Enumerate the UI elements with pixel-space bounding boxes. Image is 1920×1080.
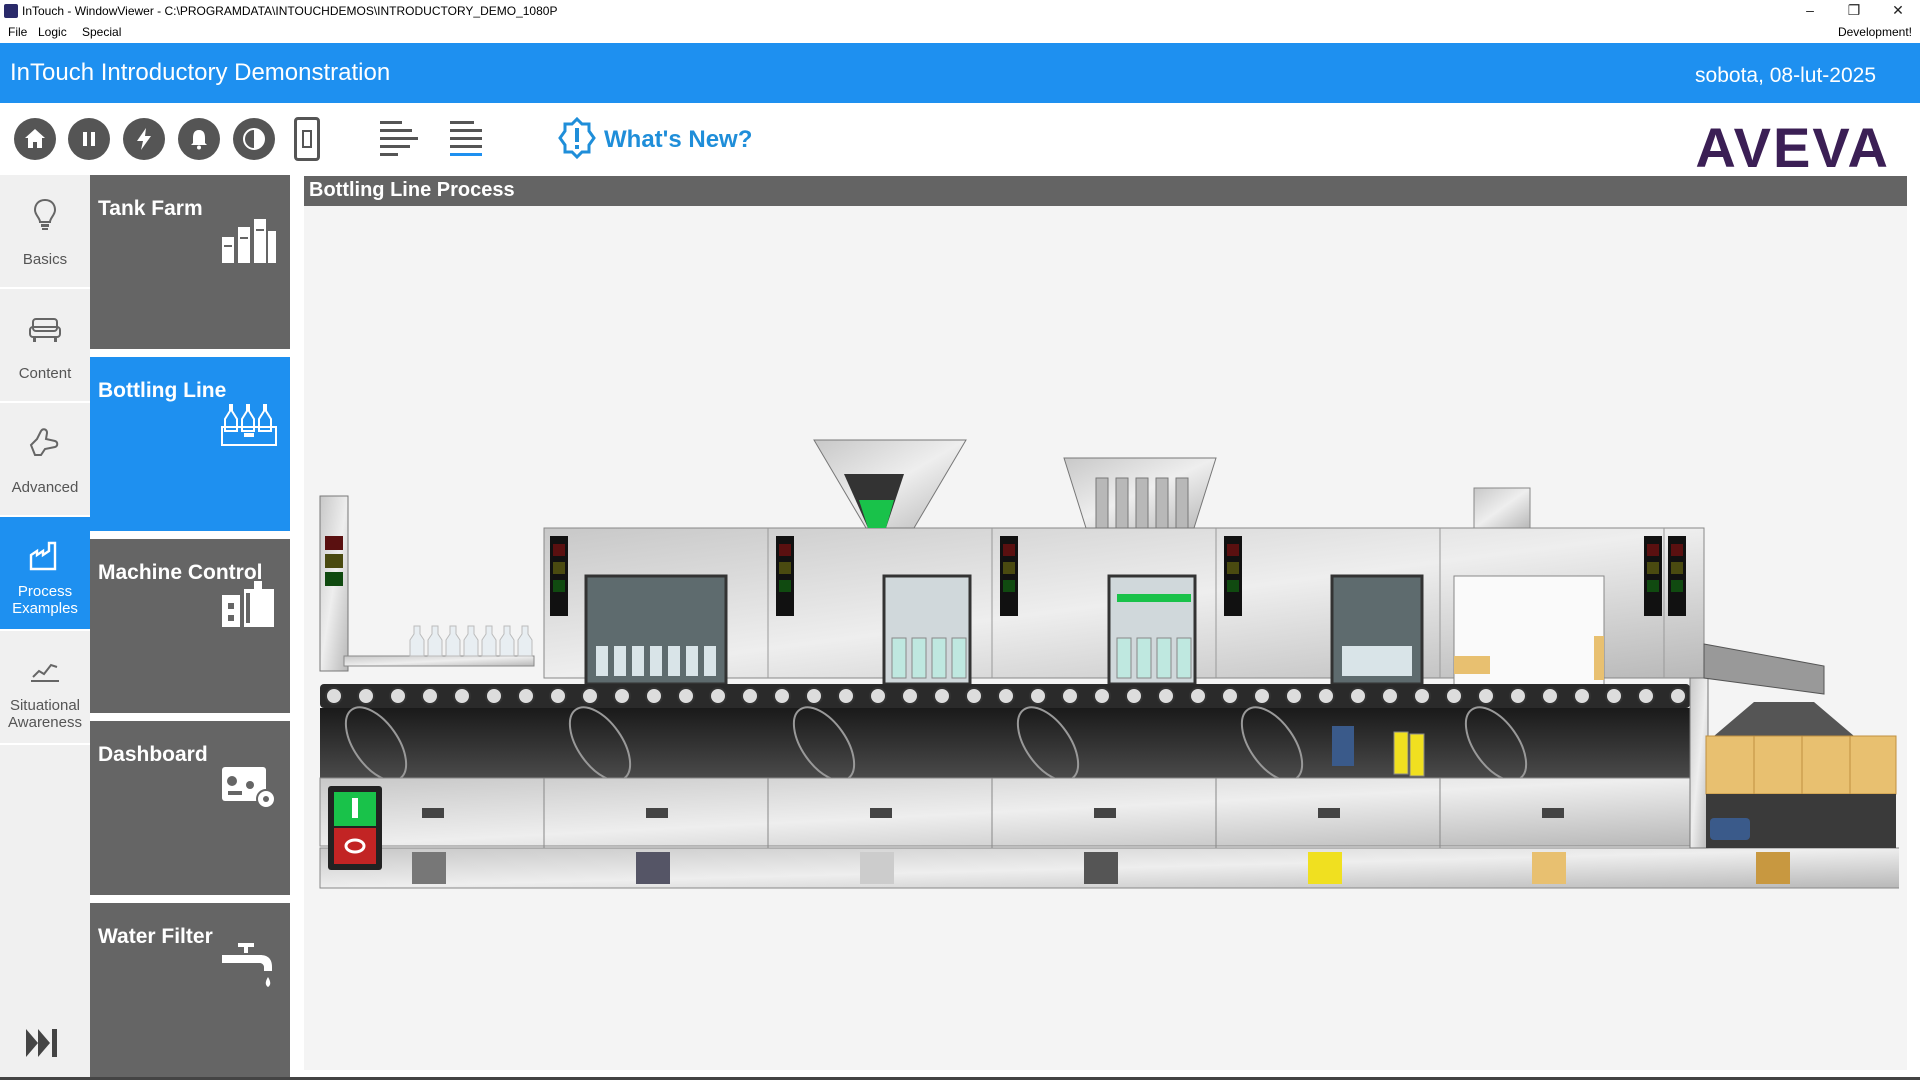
lightning-icon[interactable] [123, 118, 165, 160]
tile-dashboard[interactable]: Dashboard [90, 721, 290, 895]
restore-button[interactable]: ❐ [1832, 0, 1876, 22]
align-justify-icon[interactable] [450, 119, 484, 161]
rail-item-basics[interactable]: Basics [0, 175, 90, 289]
rail-label: Content [18, 365, 72, 382]
tile-bottling-line[interactable]: Bottling Line [90, 357, 290, 531]
tile-machine-control[interactable]: Machine Control [90, 539, 290, 713]
menu-bar: File Logic Special Development! [0, 22, 1920, 42]
main-panel: Bottling Line Process [304, 176, 1907, 1070]
window-title-bar: InTouch - WindowViewer - C:\PROGRAMDATA\… [0, 0, 1920, 22]
mode-status: Development! [1837, 25, 1912, 39]
tile-label: Water Filter [98, 925, 213, 948]
bottles-icon [221, 404, 277, 446]
pause-icon[interactable] [68, 118, 110, 160]
rail-label: Advanced [11, 479, 79, 496]
header-banner: InTouch Introductory Demonstration sobot… [0, 43, 1920, 103]
align-left-icon[interactable] [380, 119, 422, 161]
app-icon [4, 4, 18, 18]
date-display: sobota, 08-lut-2025 [1695, 64, 1876, 87]
sofa-icon [29, 318, 61, 342]
rail-label: Process Examples [12, 583, 78, 617]
category-tiles: Tank Farm Bottling Line Machine Control … [90, 175, 290, 1080]
dashboard-gear-icon [222, 767, 276, 809]
alert-badge-icon [558, 117, 596, 159]
trend-chart-icon [31, 663, 59, 682]
minimize-button[interactable]: – [1788, 0, 1832, 22]
tile-label: Tank Farm [98, 197, 203, 220]
home-icon[interactable] [14, 118, 56, 160]
machine-icon [222, 581, 274, 627]
window-title: InTouch - WindowViewer - C:\PROGRAMDATA\… [22, 4, 558, 18]
tanks-icon [222, 219, 276, 263]
main-conveyor [320, 684, 1690, 782]
bottling-line-diagram [319, 439, 1899, 889]
contrast-icon[interactable] [233, 118, 275, 160]
menu-file[interactable]: File [8, 25, 27, 39]
toolbar: What's New? AVEVA [0, 103, 1920, 179]
tile-tank-farm[interactable]: Tank Farm [90, 175, 290, 349]
tile-label: Dashboard [98, 743, 208, 766]
bell-icon[interactable] [178, 118, 220, 160]
left-stack-light [319, 495, 349, 672]
factory-icon [29, 541, 57, 571]
start-stop-switch[interactable] [328, 786, 382, 870]
tile-label: Bottling Line [98, 379, 227, 402]
rail-label: Situational Awareness [8, 697, 82, 731]
aveva-logo: AVEVA [1695, 116, 1890, 179]
hand-icon [29, 428, 59, 456]
faucet-icon [222, 943, 272, 987]
infeed-bottles [343, 625, 535, 667]
skip-forward-icon[interactable] [24, 1025, 64, 1061]
whats-new-label: What's New? [604, 126, 753, 153]
lower-cabinet [319, 777, 1899, 889]
lightbulb-icon [33, 198, 57, 230]
left-icon-rail: Basics Content Advanced Process Examples… [0, 175, 90, 1080]
close-button[interactable]: ✕ [1876, 0, 1920, 22]
rail-item-situational-awareness[interactable]: Situational Awareness [0, 631, 90, 745]
palletizer [1689, 643, 1897, 849]
device-icon[interactable] [294, 117, 320, 161]
menu-special[interactable]: Special [82, 25, 121, 39]
page-title: Bottling Line Process [304, 176, 1907, 206]
rail-item-advanced[interactable]: Advanced [0, 403, 90, 517]
rail-item-process-examples[interactable]: Process Examples [0, 517, 90, 631]
machine-housings [543, 439, 1705, 687]
rail-label: Basics [22, 251, 68, 268]
menu-logic[interactable]: Logic [38, 25, 67, 39]
rail-item-content[interactable]: Content [0, 289, 90, 403]
app-title: InTouch Introductory Demonstration [10, 59, 391, 86]
tile-water-filter[interactable]: Water Filter [90, 903, 290, 1077]
